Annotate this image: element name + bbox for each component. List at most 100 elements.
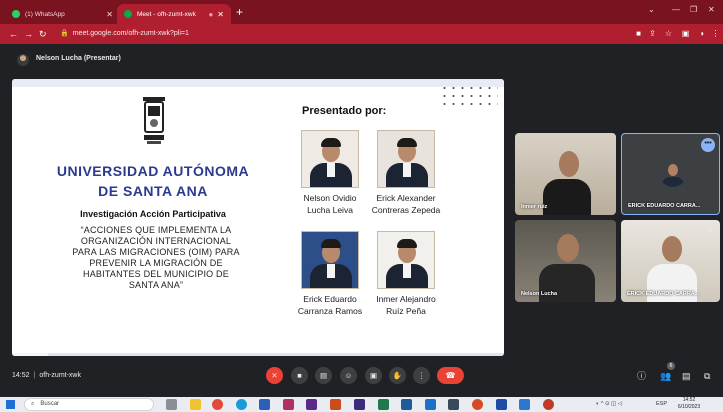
people-icon[interactable]: 👥 — [660, 370, 671, 382]
presenter-name-line: Inmer Alejandro — [376, 294, 436, 304]
url-text: meet.google.com/ofh-zumt-xwk?pli=1 — [72, 30, 189, 37]
maximize-icon[interactable]: ❐ — [690, 5, 697, 14]
presenter-name-line: Lucha Leiva — [307, 205, 353, 215]
tab-meet[interactable]: Meet - ofh-zumt-xwk ● ✕ — [117, 4, 231, 24]
presenter-name-line: Erick Eduardo — [303, 294, 357, 304]
present-screen-button[interactable]: ▣ — [365, 367, 382, 384]
sidebar-icon[interactable]: ▣ — [681, 28, 690, 39]
taskbar-clock[interactable]: 14:52 6/10/2023 — [672, 397, 706, 411]
kebab-icon: ⋮ — [417, 371, 426, 380]
tab-whatsapp[interactable]: (1) WhatsApp ✕ — [5, 4, 120, 24]
meeting-code: ofh-zumt-xwk — [39, 372, 81, 379]
university-crest-logo — [143, 97, 165, 144]
task-view-icon[interactable] — [166, 399, 177, 410]
mail-icon[interactable] — [425, 399, 436, 410]
participant-tile[interactable]: Inmer ruiz — [515, 133, 616, 215]
app-icon[interactable] — [283, 399, 294, 410]
photoshop-icon[interactable] — [401, 399, 412, 410]
taskbar-time: 14:52 — [682, 397, 696, 403]
presenter-name: Erick Alexander Contreras Zepeda — [363, 192, 449, 216]
address-toolbar: ← → ↻ 🔒 meet.google.com/ofh-zumt-xwk?pli=… — [0, 24, 723, 44]
presenter-photo — [301, 130, 359, 188]
menu-kebab-icon[interactable]: ⋮ — [711, 28, 720, 39]
chat-icon[interactable]: ▤ — [682, 370, 691, 382]
new-tab-button[interactable]: + — [236, 4, 243, 20]
windows-start-icon[interactable] — [6, 400, 15, 409]
quote-line: HABITANTES DEL MUNICIPIO DE — [83, 269, 229, 279]
chrome-profile-icon[interactable] — [543, 399, 554, 410]
meet-header: Nelson Lucha (Presentar) — [0, 48, 723, 72]
hangup-icon: ☎ — [445, 371, 456, 380]
bookmark-star-icon[interactable]: ☆ — [664, 28, 673, 39]
presenter-name-line: Contreras Zepeda — [371, 205, 441, 215]
mic-toggle-button[interactable]: ✕ — [266, 367, 283, 384]
camera-toggle-button[interactable]: ■ — [291, 367, 308, 384]
meeting-details: 14:52 | ofh-zumt-xwk — [12, 372, 81, 379]
after-effects-icon[interactable] — [354, 399, 365, 410]
slide-progress — [12, 353, 48, 356]
app-icon[interactable] — [519, 399, 530, 410]
word-icon[interactable] — [259, 399, 270, 410]
more-options-icon[interactable]: ••• — [701, 138, 715, 152]
taskbar-date: 6/10/2023 — [677, 404, 701, 410]
taskbar-search[interactable]: ⌕ Buscar — [24, 398, 154, 411]
camera-icon: ■ — [297, 371, 302, 380]
app-icon[interactable] — [448, 399, 459, 410]
premiere-icon[interactable] — [306, 399, 317, 410]
university-title-line1: UNIVERSIDAD AUTÓNOMA — [56, 163, 250, 179]
reload-icon[interactable]: ↻ — [39, 27, 47, 41]
language-indicator[interactable]: ESP — [656, 399, 667, 410]
forward-icon[interactable]: → — [24, 27, 33, 41]
participant-tile[interactable]: ••• ERICK EDUARDO CARRA... — [621, 133, 720, 215]
quote-line: ORGANIZACIÓN INTERNACIONAL — [80, 236, 232, 246]
presenter-name-line: Nelson Ovidio — [303, 193, 357, 203]
leave-call-button[interactable]: ☎ — [437, 367, 464, 384]
participant-name: ERICK EDUARDO CARRA... — [627, 291, 700, 297]
presenter-name: Nelson Ovidio Lucha Leiva — [287, 192, 373, 216]
share-icon[interactable]: ⇪ — [648, 28, 657, 39]
tab-title: (1) WhatsApp — [25, 10, 65, 18]
participant-name: Nelson Lucha — [521, 291, 558, 297]
captions-icon: ▤ — [319, 371, 328, 380]
presenter-label: Nelson Lucha (Presentar) — [36, 55, 121, 62]
mic-off-icon: ✕ — [708, 227, 714, 234]
url-bar[interactable]: 🔒 meet.google.com/ofh-zumt-xwk?pli=1 — [60, 27, 560, 41]
close-icon[interactable]: ✕ — [217, 10, 224, 19]
browser-tab-strip: (1) WhatsApp ✕ Meet - ofh-zumt-xwk ● ✕ +… — [0, 0, 723, 24]
quote-line: “ACCIONES QUE IMPLEMENTA LA — [80, 225, 232, 235]
camera-in-use-icon[interactable]: ■ — [634, 28, 643, 39]
illustrator-icon[interactable] — [330, 399, 341, 410]
profile-icon[interactable]: ◑ — [697, 28, 706, 39]
chrome-icon[interactable] — [212, 399, 223, 410]
presented-by-heading: Presentado por: — [302, 105, 387, 117]
app-icon[interactable] — [472, 399, 483, 410]
minimize-icon[interactable]: — — [672, 5, 680, 14]
raise-hand-button[interactable]: ✋ — [389, 367, 406, 384]
participant-count-badge: 6 — [667, 362, 675, 370]
meet-icon — [124, 10, 132, 18]
back-icon[interactable]: ← — [9, 27, 18, 41]
activities-icon[interactable]: ⧉ — [704, 370, 710, 382]
more-options-button[interactable]: ⋮ — [413, 367, 430, 384]
system-tray-icons[interactable]: ◐ ^ ⊙ ◫ ◁ — [596, 399, 622, 410]
quote-line: PREVENIR LA MIGRACIÓN DE — [89, 258, 223, 268]
recording-dot-icon: ● — [208, 9, 214, 19]
participant-name: ERICK EDUARDO CARRA... — [628, 203, 701, 209]
edge-icon[interactable] — [236, 399, 247, 410]
university-title: UNIVERSIDAD AUTÓNOMA DE SANTA ANA — [42, 161, 264, 201]
lock-icon: 🔒 — [60, 30, 69, 37]
audition-icon[interactable] — [378, 399, 389, 410]
emoji-icon: ☺ — [344, 371, 353, 380]
close-icon[interactable]: ✕ — [106, 10, 113, 19]
participant-tile[interactable]: ✕ ERICK EDUARDO CARRA... — [621, 220, 720, 302]
participant-tile[interactable]: Nelson Lucha — [515, 220, 616, 302]
presenter-photo — [377, 231, 435, 289]
captions-button[interactable]: ▤ — [315, 367, 332, 384]
window-close-icon[interactable]: ✕ — [708, 5, 715, 14]
tab-search-chevron-icon[interactable]: ⌄ — [648, 5, 655, 14]
meeting-info-icon[interactable]: ⓘ — [637, 370, 646, 382]
file-explorer-icon[interactable] — [190, 399, 201, 410]
university-title-line2: DE SANTA ANA — [98, 183, 208, 199]
reactions-button[interactable]: ☺ — [340, 367, 357, 384]
dropbox-icon[interactable] — [496, 399, 507, 410]
